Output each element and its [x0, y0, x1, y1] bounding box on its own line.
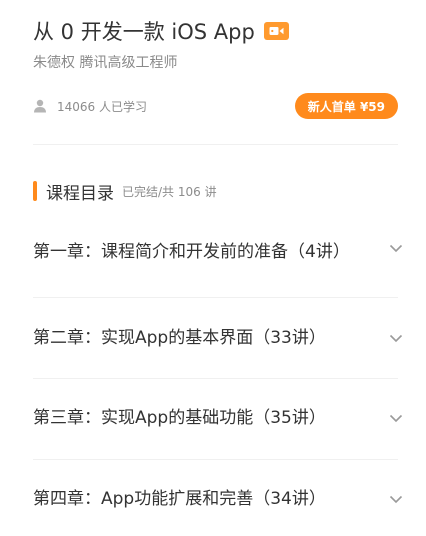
course-title: 从 0 开发一款 iOS App	[33, 20, 255, 44]
divider	[33, 459, 398, 460]
divider	[33, 378, 398, 379]
course-header: 从 0 开发一款 iOS App 朱德权 腾讯高级工程师	[33, 14, 406, 72]
chapter-item-1[interactable]: 第一章：课程简介和开发前的准备（4讲）	[33, 228, 406, 276]
chapter-title: 第二章：实现App的基本界面（33讲）	[33, 328, 326, 348]
accent-bar	[33, 181, 37, 201]
chevron-down-icon[interactable]	[386, 408, 406, 428]
meta-row: 14066 人已学习 新人首单 ¥59	[33, 92, 398, 120]
chevron-down-icon[interactable]	[386, 489, 406, 509]
title-row: 从 0 开发一款 iOS App	[33, 14, 406, 48]
user-icon	[33, 99, 47, 113]
chapter-title: 第三章：实现App的基础功能（35讲）	[33, 408, 326, 428]
buy-button[interactable]: 新人首单 ¥59	[294, 93, 398, 119]
chevron-down-icon[interactable]	[386, 328, 406, 348]
catalog-header: 课程目录 已完结/共 106 讲	[33, 180, 217, 204]
chapter-item-3[interactable]: 第三章：实现App的基础功能（35讲）	[33, 398, 406, 438]
chapter-item-2[interactable]: 第二章：实现App的基本界面（33讲）	[33, 318, 406, 358]
catalog-status: 已完结/共 106 讲	[122, 184, 217, 199]
course-detail-page: 从 0 开发一款 iOS App 朱德权 腾讯高级工程师 14066 人已学习 …	[0, 0, 426, 536]
learner-count-text: 14066 人已学习	[57, 99, 147, 114]
chapter-title: 第一章：课程简介和开发前的准备（4讲）	[33, 242, 350, 262]
instructor-info: 朱德权 腾讯高级工程师	[33, 55, 178, 71]
divider	[33, 297, 398, 298]
video-icon	[263, 22, 289, 40]
chapter-title: 第四章：App功能扩展和完善（34讲）	[33, 489, 326, 509]
catalog-title: 课程目录	[46, 183, 114, 204]
divider	[33, 144, 398, 145]
chevron-down-icon[interactable]	[386, 238, 406, 258]
chapter-item-4[interactable]: 第四章：App功能扩展和完善（34讲）	[33, 479, 406, 519]
learner-count: 14066 人已学习	[33, 98, 147, 115]
